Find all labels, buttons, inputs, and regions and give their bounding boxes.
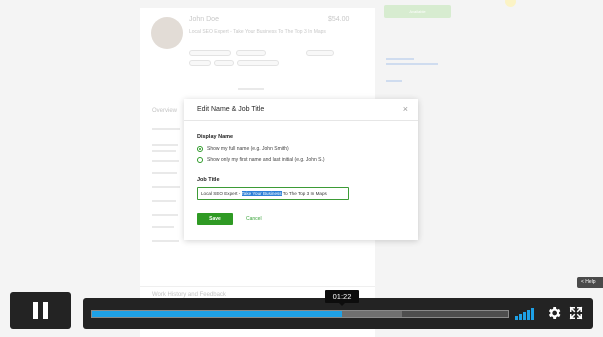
skill-tag	[236, 50, 266, 56]
profile-title: Local SEO Expert - Take Your Business To…	[189, 29, 326, 35]
option-first-name-initial[interactable]: Show only my first name and last initial…	[197, 157, 325, 163]
job-title-selected-text: Take Your Business	[241, 191, 282, 196]
text-line	[152, 128, 180, 130]
option-full-name-label: Show my full name (e.g. John Smith)	[207, 146, 289, 152]
close-icon[interactable]: ×	[403, 104, 408, 114]
progress-track[interactable]	[91, 310, 509, 318]
text-line	[152, 160, 179, 162]
save-button[interactable]: Save	[197, 213, 233, 225]
pause-icon	[33, 302, 38, 319]
text-line	[152, 226, 174, 228]
text-line	[152, 240, 179, 242]
modal-title: Edit Name & Job Title	[197, 106, 265, 113]
option-full-name[interactable]: Show my full name (e.g. John Smith)	[197, 146, 289, 152]
help-tab[interactable]: < Help	[577, 277, 603, 288]
edit-name-job-title-modal: Edit Name & Job Title × Display Name Sho…	[184, 99, 418, 240]
skill-tag	[189, 50, 231, 56]
fullscreen-icon[interactable]	[569, 306, 583, 320]
profile-name: John Doe	[189, 16, 219, 23]
side-link	[386, 80, 402, 82]
divider	[140, 286, 375, 287]
text-line	[152, 172, 177, 174]
volume-icon[interactable]	[515, 308, 537, 320]
skill-tag	[214, 60, 234, 66]
text-line	[152, 150, 176, 152]
skill-tag	[237, 60, 279, 66]
tooltip-arrow	[339, 303, 345, 306]
text-line	[152, 214, 178, 216]
played-bar	[92, 311, 342, 317]
gear-icon[interactable]	[546, 305, 562, 321]
divider	[238, 88, 264, 90]
profile-rate: $54.00	[328, 16, 350, 23]
pause-icon	[43, 302, 48, 319]
notification-dot	[505, 0, 516, 7]
avatar	[151, 17, 183, 49]
side-link	[386, 63, 438, 65]
text-line	[152, 186, 180, 188]
side-link	[386, 58, 414, 60]
radio-selected-icon[interactable]	[197, 146, 203, 152]
option-initial-label: Show only my first name and last initial…	[207, 157, 325, 163]
overview-heading: Overview	[152, 108, 178, 114]
job-title-input[interactable]: Local SEO Expert - Take Your Business To…	[197, 187, 349, 200]
radio-unselected-icon[interactable]	[197, 157, 203, 163]
skill-tag	[189, 60, 211, 66]
job-title-text-before: Local SEO Expert -	[201, 191, 242, 196]
timecode-tooltip: 01:22	[325, 290, 359, 303]
skill-tag	[306, 50, 334, 56]
job-title-label: Job Title	[197, 177, 220, 183]
cancel-button[interactable]: Cancel	[246, 216, 262, 222]
pause-button[interactable]	[10, 292, 71, 329]
job-title-text-after: To The Top 3 In Maps	[281, 191, 327, 196]
text-line	[152, 144, 178, 146]
display-name-label: Display Name	[197, 134, 234, 140]
text-line	[152, 200, 176, 202]
availability-button[interactable]: Available	[384, 5, 451, 18]
